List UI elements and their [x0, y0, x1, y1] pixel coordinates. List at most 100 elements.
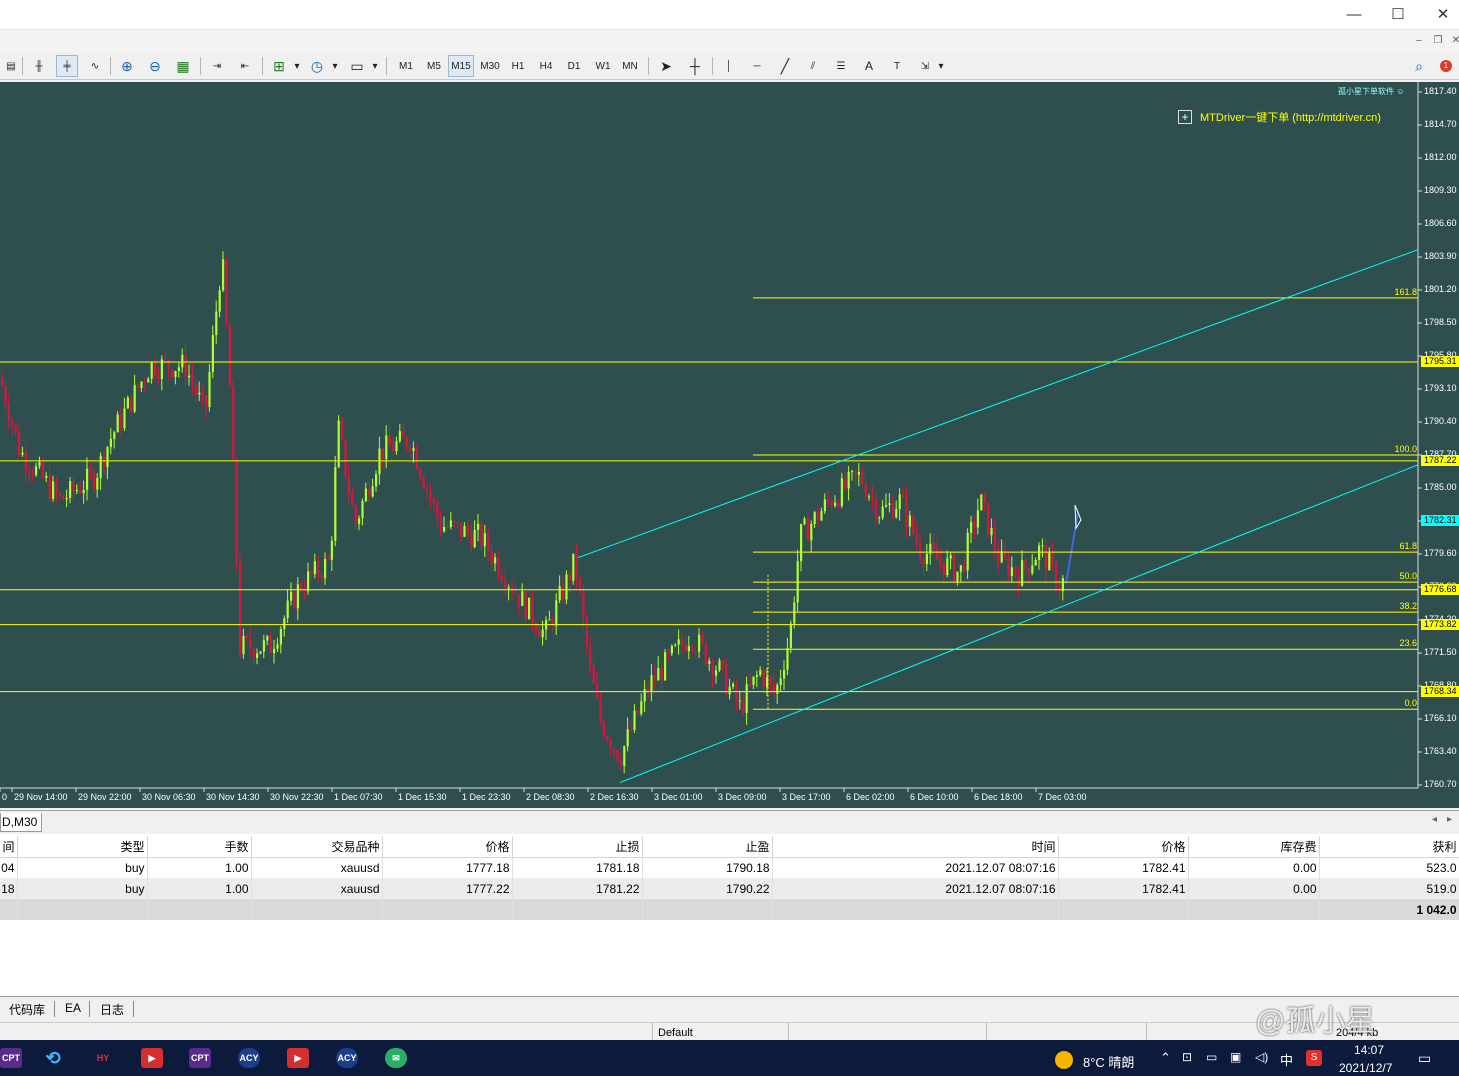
- candlestick-icon[interactable]: ╪: [56, 55, 78, 77]
- maximize-button[interactable]: ☐: [1387, 4, 1409, 26]
- scroll-right-icon[interactable]: ▸: [1447, 814, 1452, 825]
- taskbar-app-acy[interactable]: ACY: [238, 1048, 260, 1068]
- column-header[interactable]: 交易品种: [251, 836, 383, 858]
- price-chart[interactable]: 孤小星下单软件 ☺ + MTDriver一键下单 (http://mtdrive…: [0, 82, 1459, 808]
- column-header[interactable]: 获利: [1319, 836, 1459, 858]
- clock-time[interactable]: 14:07: [1354, 1043, 1384, 1057]
- dropdown-icon[interactable]: ▾: [936, 55, 946, 77]
- column-header[interactable]: 手数: [147, 836, 252, 858]
- taskbar-app-red-chart-2-icon[interactable]: ▶: [287, 1048, 309, 1068]
- vertical-line-icon[interactable]: │: [718, 55, 740, 77]
- dropdown-icon[interactable]: ▾: [370, 55, 380, 77]
- volume-icon[interactable]: ◁): [1255, 1050, 1268, 1064]
- column-header[interactable]: 价格: [382, 836, 513, 858]
- taskbar-app-cpt[interactable]: CPT: [0, 1048, 22, 1068]
- mtdriver-panel[interactable]: + MTDriver一键下单 (http://mtdriver.cn): [1178, 109, 1381, 125]
- taskbar-app-acy-2[interactable]: ACY: [336, 1048, 358, 1068]
- chart-shift-icon[interactable]: ⇤: [234, 55, 256, 77]
- tf-m1-button[interactable]: M1: [393, 55, 419, 77]
- taskbar-app-hy[interactable]: HY: [90, 1048, 116, 1068]
- line-chart-icon[interactable]: ∿: [84, 55, 106, 77]
- tf-m5-button[interactable]: M5: [421, 55, 447, 77]
- total-cell: [642, 899, 773, 920]
- candle-body: [453, 520, 456, 523]
- column-header[interactable]: 价格: [1058, 836, 1189, 858]
- expand-icon[interactable]: +: [1178, 110, 1192, 124]
- horizontal-line-icon[interactable]: ─: [746, 55, 768, 77]
- column-header[interactable]: 库存费: [1188, 836, 1320, 858]
- notifications-icon[interactable]: 1: [1435, 55, 1457, 77]
- tf-mn-button[interactable]: MN: [617, 55, 643, 77]
- column-header[interactable]: 类型: [17, 836, 148, 858]
- column-header[interactable]: 间: [0, 836, 18, 858]
- table-cell: 1.00: [147, 878, 252, 899]
- autoscroll-icon[interactable]: ⇥: [206, 55, 228, 77]
- notification-center-icon[interactable]: ▭: [1418, 1050, 1431, 1067]
- new-order-icon[interactable]: ▤: [0, 55, 22, 77]
- ime-indicator[interactable]: 中: [1280, 1050, 1293, 1069]
- text-label-icon[interactable]: T: [886, 55, 908, 77]
- bar-chart-icon[interactable]: ╫: [28, 55, 50, 77]
- mdi-close-icon[interactable]: ✕: [1449, 35, 1459, 47]
- zoom-out-icon[interactable]: ⊖: [144, 55, 166, 77]
- clock-date[interactable]: 2021/12/7: [1339, 1061, 1392, 1075]
- tile-windows-icon[interactable]: ▦: [172, 55, 194, 77]
- minimize-button[interactable]: —: [1343, 4, 1365, 26]
- candle-body: [303, 590, 306, 592]
- indicators-icon[interactable]: ⊞: [268, 55, 290, 77]
- column-header[interactable]: 时间: [772, 836, 1059, 858]
- candle-body: [562, 586, 565, 600]
- periods-icon[interactable]: ◷: [306, 55, 328, 77]
- candle-body: [936, 549, 939, 560]
- tf-d1-button[interactable]: D1: [561, 55, 587, 77]
- taskbar-app-red-chart-icon[interactable]: ▶: [141, 1048, 163, 1068]
- templates-icon[interactable]: ▭: [346, 55, 368, 77]
- tf-h1-button[interactable]: H1: [505, 55, 531, 77]
- fibonacci-icon[interactable]: ☰: [830, 55, 852, 77]
- tf-m15-button[interactable]: M15: [448, 55, 474, 77]
- zoom-in-icon[interactable]: ⊕: [116, 55, 138, 77]
- candle-body: [58, 493, 61, 496]
- chart-canvas[interactable]: [0, 82, 1459, 808]
- dropdown-icon[interactable]: ▾: [292, 55, 302, 77]
- candle-body: [531, 597, 534, 624]
- taskbar-app-sync-icon[interactable]: ⟲: [42, 1048, 64, 1068]
- taskbar-app-cpt-2[interactable]: CPT: [189, 1048, 211, 1068]
- cursor-icon[interactable]: ➤: [655, 55, 677, 77]
- scroll-left-icon[interactable]: ◂: [1432, 814, 1437, 825]
- candle-body: [898, 494, 901, 510]
- table-row[interactable]: 04 buy 1.00 xauusd 1777.18 1781.18 1790.18 2021…: [0, 857, 1459, 878]
- wechat-icon[interactable]: ✉: [385, 1048, 407, 1068]
- crosshair-icon[interactable]: ┼: [684, 55, 706, 77]
- column-header[interactable]: 止盈: [642, 836, 773, 858]
- candle-body: [813, 512, 816, 525]
- tab-journal[interactable]: 日志: [100, 1001, 124, 1018]
- tab-ea[interactable]: EA: [65, 1001, 81, 1015]
- search-icon[interactable]: ⌕: [1408, 55, 1430, 77]
- table-row[interactable]: 18 buy 1.00 xauusd 1777.22 1781.22 1790.22 2021…: [0, 878, 1459, 899]
- mdi-minimize-icon[interactable]: –: [1412, 35, 1426, 47]
- weather-text[interactable]: 8°C 晴朗: [1083, 1052, 1134, 1071]
- sogou-ime-icon[interactable]: S: [1306, 1050, 1322, 1066]
- tray-device-icon[interactable]: ▭: [1206, 1050, 1217, 1064]
- chart-tab[interactable]: D,M30: [0, 813, 42, 832]
- tray-network-icon[interactable]: ⊡: [1182, 1050, 1192, 1064]
- tray-chevron-icon[interactable]: ⌃: [1160, 1050, 1171, 1066]
- equidistant-channel-icon[interactable]: ⫽: [802, 55, 824, 77]
- tf-h4-button[interactable]: H4: [533, 55, 559, 77]
- tf-m30-button[interactable]: M30: [477, 55, 503, 77]
- candle-body: [188, 375, 191, 378]
- text-icon[interactable]: A: [858, 55, 880, 77]
- trendline-icon[interactable]: ╱: [774, 55, 796, 77]
- candle-body: [211, 335, 214, 373]
- column-header[interactable]: 止损: [512, 836, 643, 858]
- tf-w1-button[interactable]: W1: [590, 55, 616, 77]
- tray-display-icon[interactable]: ▣: [1230, 1050, 1241, 1064]
- candle-body: [473, 529, 476, 548]
- candle-body: [1048, 553, 1051, 571]
- tab-codebase[interactable]: 代码库: [9, 1001, 45, 1018]
- mdi-restore-icon[interactable]: ❐: [1431, 35, 1445, 47]
- arrows-icon[interactable]: ⇲: [914, 55, 936, 77]
- dropdown-icon[interactable]: ▾: [330, 55, 340, 77]
- close-button[interactable]: ✕: [1432, 4, 1454, 26]
